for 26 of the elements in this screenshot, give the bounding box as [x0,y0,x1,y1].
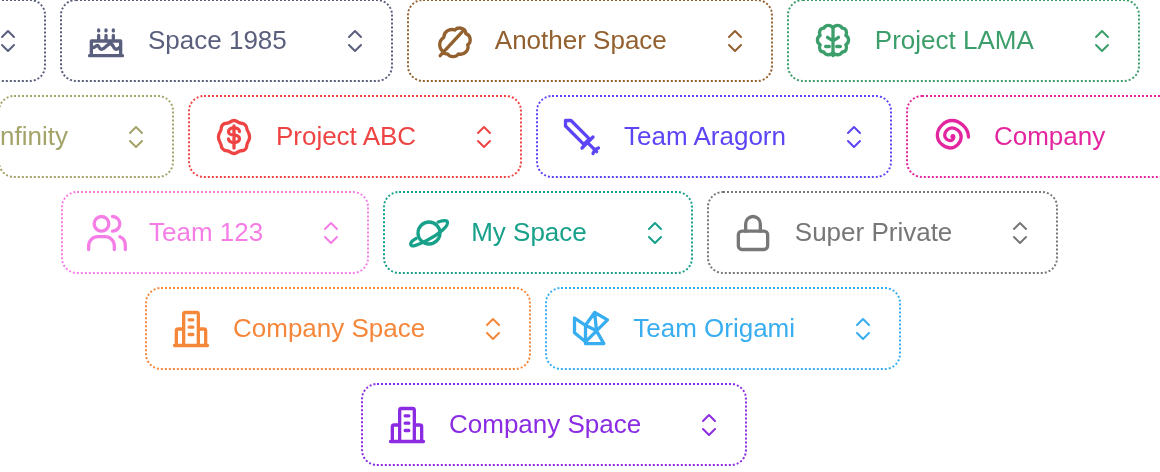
space-selector[interactable]: Company Space [145,287,532,370]
space-name: My Space [471,217,588,248]
space-name: nfinity [0,121,69,152]
space-selector[interactable]: My Space [383,191,693,274]
space-selector[interactable]: Another Space [406,0,773,82]
space-selector[interactable]: Project ABC [187,95,523,178]
space-selector[interactable]: Team Origami [545,287,902,370]
space-selector[interactable]: Team 123 [61,191,370,274]
space-selector[interactable]: nfinity [0,95,174,178]
space-selector[interactable]: Super Private [706,191,1059,274]
space-name: Super Private [794,217,954,248]
space-name: Team Origami [633,313,797,344]
space-selector[interactable]: Company [905,95,1160,178]
space-name: Project LAMA [874,25,1035,56]
space-name: Project ABC [275,121,418,152]
space-name: Company [993,121,1107,152]
space-name: Team 123 [149,217,265,248]
space-name: Company Space [233,313,427,344]
space-selector[interactable]: Team Aragorn [536,95,892,178]
space-selector[interactable]: Company Space [361,383,748,466]
space-name: Team Aragorn [624,121,787,152]
space-name: Company Space [449,409,643,440]
space-selector[interactable]: Project LAMA [786,0,1140,82]
space-name: Another Space [494,25,668,56]
space-selector[interactable]: Space 1985 [60,0,393,82]
space-name: Space 1985 [148,25,288,56]
